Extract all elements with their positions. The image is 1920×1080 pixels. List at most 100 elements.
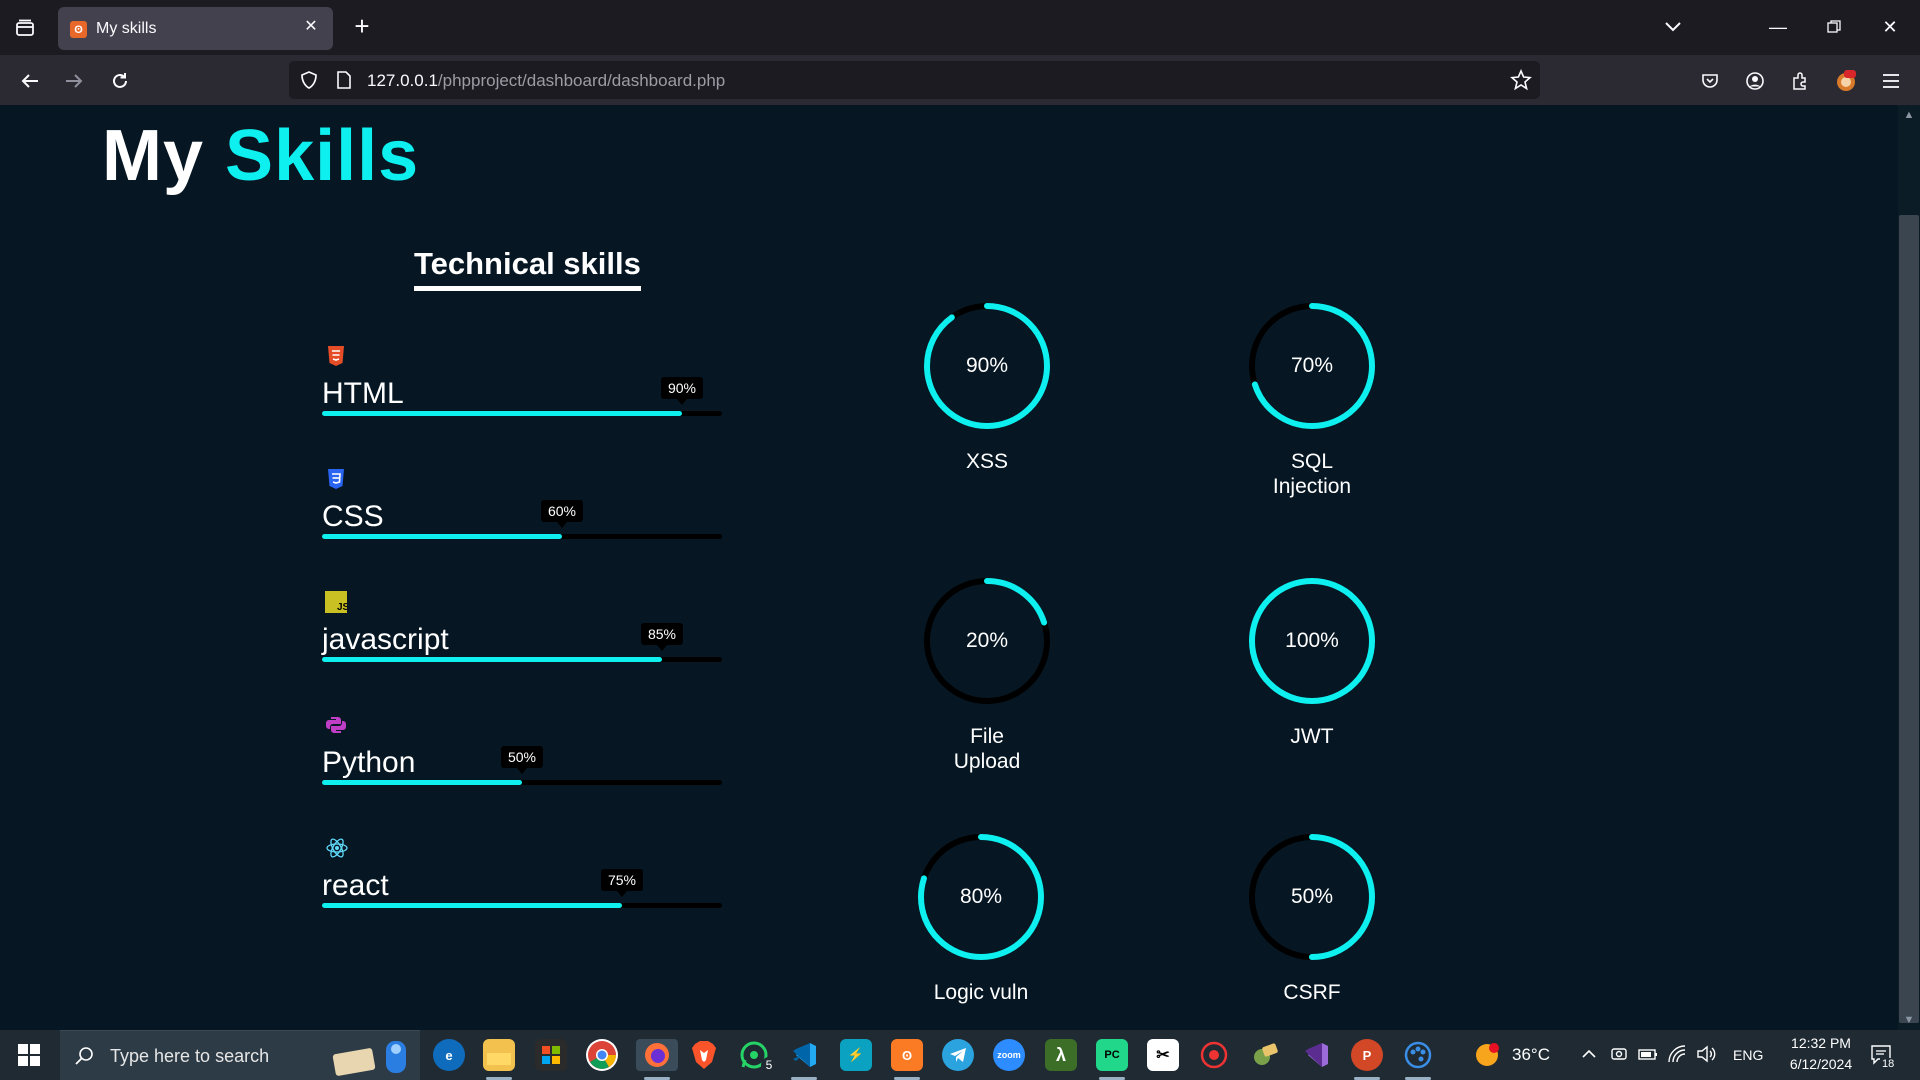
skill-name: HTML (322, 377, 404, 410)
minimize-icon[interactable]: — (1764, 14, 1792, 40)
ring-label: CSRF (1283, 981, 1341, 1004)
new-tab-icon[interactable]: + (348, 13, 376, 41)
skill-bar-javascript: JS javascript 85% (322, 591, 722, 671)
skill-name: CSS (322, 500, 384, 533)
edge-icon[interactable]: e (433, 1039, 465, 1071)
weather-temperature[interactable]: 36°C (1512, 1045, 1550, 1065)
close-tab-icon[interactable]: ✕ (301, 17, 321, 37)
screen-recorder-icon[interactable] (1198, 1039, 1230, 1071)
page-title-skills: Skills (225, 116, 420, 196)
bookmark-star-icon[interactable] (1510, 68, 1532, 96)
whatsapp-badge: 5 (761, 1057, 777, 1073)
page-scrollbar[interactable]: ▲ ▼ (1898, 105, 1920, 1030)
scroll-down-arrow-icon[interactable]: ▼ (1898, 1010, 1920, 1030)
skill-percent-tooltip: 90% (660, 377, 704, 405)
search-placeholder: Type here to search (110, 1046, 270, 1066)
chrome-icon[interactable] (586, 1039, 618, 1071)
skill-fill (322, 780, 522, 785)
reload-icon[interactable] (106, 67, 134, 95)
chevron-down-icon[interactable] (1660, 14, 1686, 40)
back-icon[interactable] (16, 67, 44, 95)
skill-track (322, 903, 722, 908)
account-icon[interactable] (1741, 67, 1769, 95)
forward-icon[interactable] (60, 67, 88, 95)
pycharm-icon[interactable]: PC (1096, 1039, 1128, 1071)
page-info-icon[interactable] (335, 70, 353, 95)
skill-bar-react: react 75% (322, 837, 722, 917)
pocket-icon[interactable] (1696, 67, 1724, 95)
thunder-client-icon[interactable]: ⚡ (840, 1039, 872, 1071)
clock-time[interactable]: 12:32 PM (1782, 1035, 1860, 1051)
clock-date[interactable]: 6/12/2024 (1782, 1056, 1860, 1072)
react-icon (325, 837, 348, 859)
page-content: My Skills Technical skills HTML 90% CSS … (0, 105, 1898, 1030)
vuln-ring-logic-vuln: 80% Logic vuln (906, 822, 1056, 1004)
list-all-tabs-icon[interactable] (12, 16, 38, 40)
skill-track (322, 411, 722, 416)
vuln-ring-sql-injection: 70% SQL Injection (1237, 291, 1387, 498)
browser-tab-active[interactable]: ʘ My skills ✕ (58, 7, 333, 50)
ring-percent: 70% (1290, 354, 1334, 377)
skill-fill (322, 657, 662, 662)
skill-percent-tooltip: 50% (500, 746, 544, 774)
battery-icon[interactable] (1638, 1045, 1658, 1068)
notification-count-badge: 18 (1880, 1058, 1897, 1070)
taskbar-search-box[interactable]: Type here to search (60, 1030, 420, 1080)
url-text[interactable]: 127.0.0.1/phpproject/dashboard/dashboard… (367, 71, 725, 91)
wifi-icon[interactable] (1667, 1044, 1687, 1069)
ring-percent: 20% (965, 629, 1009, 652)
search-highlight-illustration-icon (324, 1037, 414, 1077)
page-title: My Skills (102, 115, 419, 197)
brave-icon[interactable] (688, 1039, 720, 1071)
zoom-icon[interactable]: zoom (993, 1039, 1025, 1071)
ring-percent: 90% (965, 354, 1009, 377)
file-explorer-icon[interactable] (483, 1039, 515, 1071)
ring-percent: 80% (959, 885, 1003, 908)
restore-icon[interactable] (1820, 14, 1848, 40)
skill-percent-tooltip: 75% (600, 869, 644, 897)
firefox-icon[interactable] (636, 1039, 678, 1071)
skill-track (322, 534, 722, 539)
close-window-icon[interactable]: ✕ (1876, 14, 1904, 40)
skill-bar-python: Python 50% (322, 714, 722, 794)
powerpoint-icon[interactable]: P (1351, 1039, 1383, 1071)
input-language[interactable]: ENG (1733, 1047, 1763, 1063)
weather-sun-icon[interactable] (1474, 1042, 1500, 1073)
javascript-icon: JS (325, 591, 350, 613)
url-path: /phpproject/dashboard/dashboard.php (437, 71, 726, 90)
xampp-favicon-icon: ʘ (70, 21, 87, 38)
scrollbar-thumb[interactable] (1899, 215, 1919, 1023)
microsoft-store-icon[interactable] (535, 1039, 567, 1071)
chevron-up-icon[interactable] (1580, 1045, 1598, 1068)
vuln-ring-jwt: 100% JWT (1237, 566, 1387, 748)
xampp-icon[interactable]: ʘ (891, 1039, 923, 1071)
capcut-icon[interactable]: ✂ (1147, 1039, 1179, 1071)
palette-app-icon[interactable] (1402, 1039, 1434, 1071)
webcam-icon[interactable] (1610, 1045, 1628, 1068)
ring-percent: 100% (1285, 629, 1339, 652)
vscode-icon[interactable] (788, 1039, 820, 1071)
ring-label: File Upload (953, 725, 1021, 773)
vuln-ring-file-upload: 20% File Upload (912, 566, 1062, 773)
extensions-icon[interactable] (1786, 67, 1814, 95)
extension-fox-icon[interactable] (1832, 67, 1860, 95)
skill-percent-tooltip: 85% (640, 623, 684, 651)
volume-icon[interactable] (1696, 1045, 1716, 1068)
windows-start-icon[interactable] (18, 1044, 40, 1066)
ring-label: XSS (965, 450, 1009, 473)
visual-studio-icon[interactable] (1300, 1039, 1332, 1071)
lambda-app-icon[interactable]: λ (1045, 1039, 1077, 1071)
vuln-ring-xss: 90% XSS (912, 291, 1062, 473)
css3-icon (325, 468, 347, 490)
skill-name: react (322, 869, 389, 902)
telegram-icon[interactable] (942, 1039, 974, 1071)
ring-label: Logic vuln (933, 981, 1029, 1004)
skill-percent-tooltip: 60% (540, 500, 584, 528)
app-menu-icon[interactable] (1877, 67, 1905, 95)
tab-title: My skills (96, 20, 157, 37)
scroll-up-arrow-icon[interactable]: ▲ (1898, 105, 1920, 125)
address-bar[interactable]: 127.0.0.1/phpproject/dashboard/dashboard… (289, 61, 1540, 99)
wireshark-icon[interactable] (1249, 1039, 1281, 1071)
ring-label: SQL Injection (1272, 450, 1352, 498)
tracking-protection-shield-icon[interactable] (299, 70, 319, 95)
